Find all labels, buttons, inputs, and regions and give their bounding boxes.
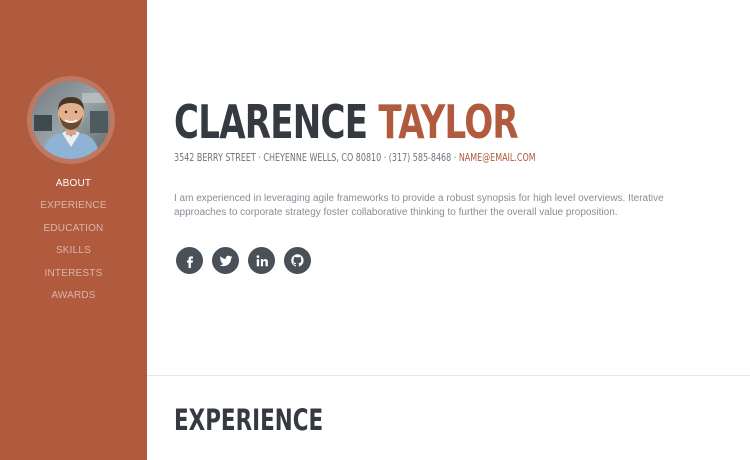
experience-heading: EXPERIENCE (174, 403, 324, 437)
github-button[interactable] (284, 247, 311, 274)
nav-item-interests[interactable]: INTERESTS (0, 266, 147, 288)
nav-item-awards[interactable]: AWARDS (0, 288, 147, 310)
sidebar-nav: ABOUT EXPERIENCE EDUCATION SKILLS INTERE… (0, 176, 147, 310)
social-icons (176, 247, 311, 274)
first-name: CLARENCE (174, 95, 368, 149)
linkedin-icon (256, 254, 268, 266)
intro-paragraph: I am experienced in leveraging agile fra… (174, 193, 664, 218)
facebook-icon (186, 255, 193, 268)
twitter-icon (219, 255, 232, 266)
avatar-ring (27, 76, 115, 164)
nav-item-experience[interactable]: EXPERIENCE (0, 198, 147, 220)
email-link[interactable]: NAME@EMAIL.COM (459, 152, 536, 164)
linkedin-button[interactable] (248, 247, 275, 274)
main-content: CLARENCE TAYLOR 3542 BERRY STREET · CHEY… (147, 0, 750, 460)
nav-item-about[interactable]: ABOUT (0, 176, 147, 198)
resume-page: ABOUT EXPERIENCE EDUCATION SKILLS INTERE… (0, 0, 750, 460)
sidebar: ABOUT EXPERIENCE EDUCATION SKILLS INTERE… (0, 0, 147, 460)
page-title: CLARENCE TAYLOR (174, 95, 519, 149)
github-icon (291, 254, 304, 267)
nav-item-skills[interactable]: SKILLS (0, 243, 147, 265)
facebook-button[interactable] (176, 247, 203, 274)
contact-line: 3542 BERRY STREET · CHEYENNE WELLS, CO 8… (174, 151, 536, 165)
nav-item-education[interactable]: EDUCATION (0, 221, 147, 243)
avatar (32, 81, 110, 159)
section-divider (147, 375, 750, 376)
address-text: 3542 BERRY STREET · CHEYENNE WELLS, CO 8… (174, 152, 457, 164)
twitter-button[interactable] (212, 247, 239, 274)
last-name: TAYLOR (378, 95, 518, 149)
